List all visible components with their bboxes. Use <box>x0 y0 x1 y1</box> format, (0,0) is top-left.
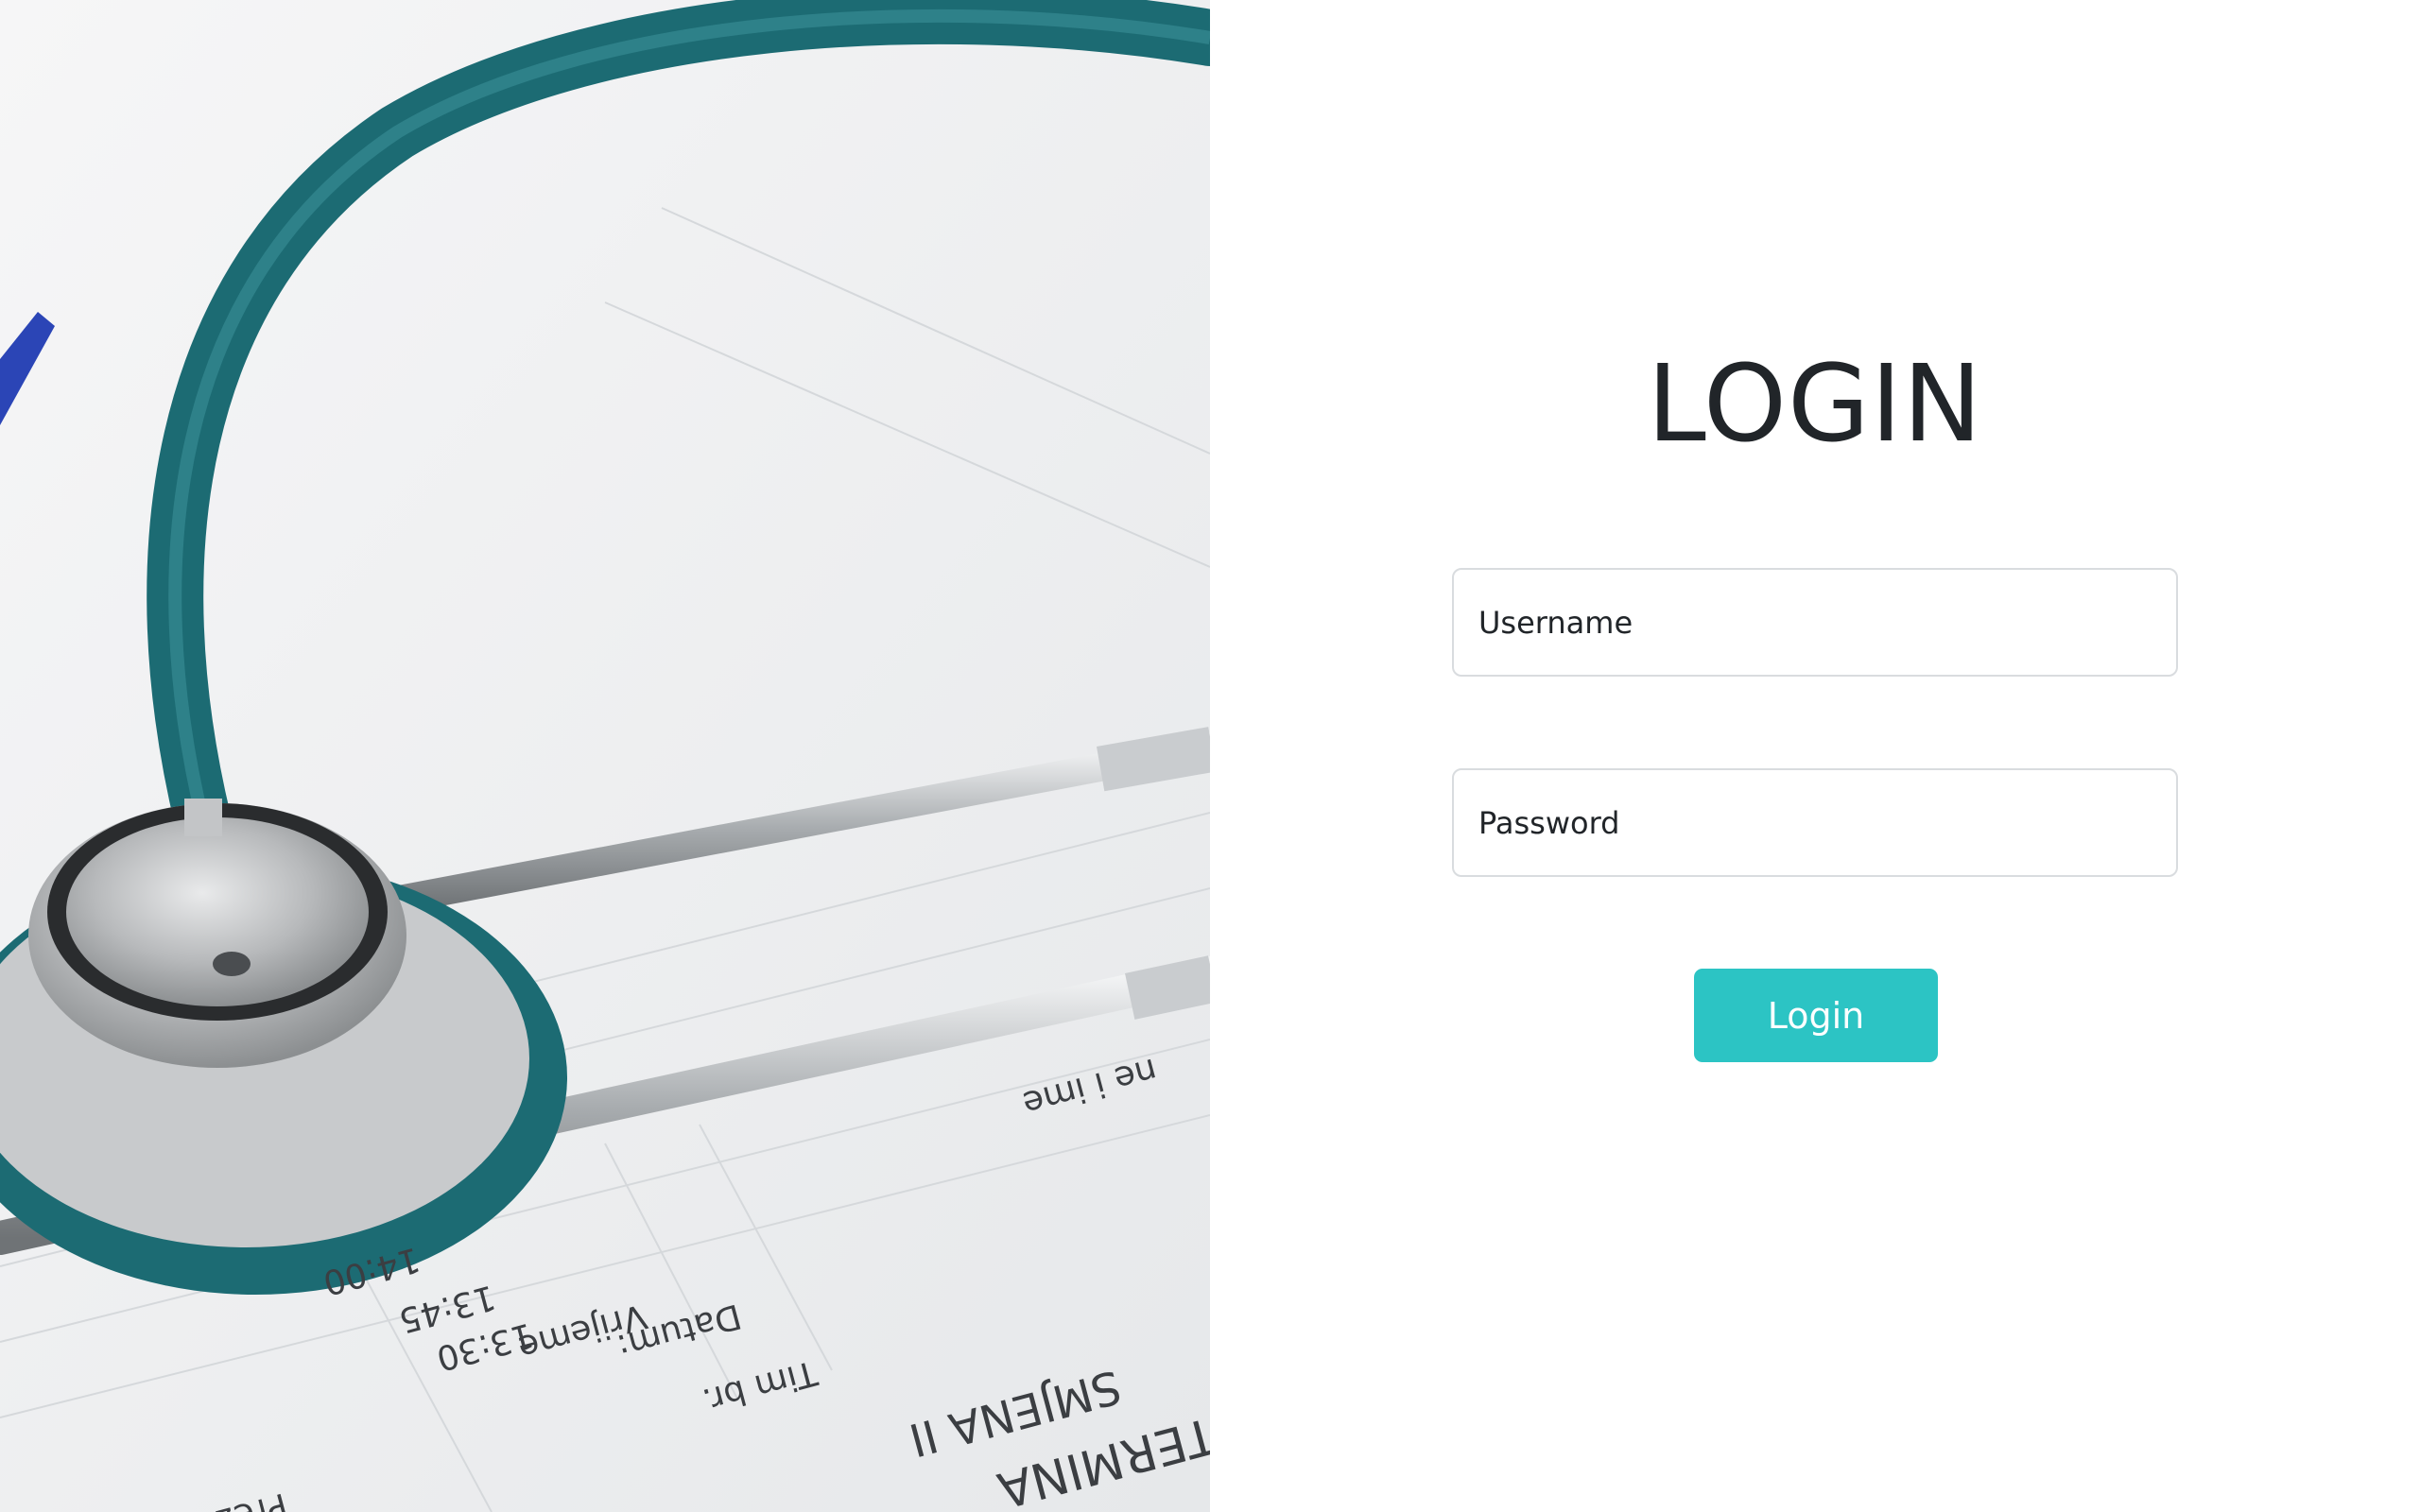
login-button[interactable]: Login <box>1694 969 1938 1062</box>
username-input[interactable] <box>1452 568 2178 677</box>
page-title: LOGIN <box>1647 343 1983 466</box>
hero-image: 14:00 13:45 13:30 Vrijeme Datum: Tim br.… <box>0 0 1210 1512</box>
stethoscope-illustration: 14:00 13:45 13:30 Vrijeme Datum: Tim br.… <box>0 0 1210 1512</box>
password-input[interactable] <box>1452 768 2178 877</box>
login-panel: LOGIN Login <box>1210 0 2420 1512</box>
